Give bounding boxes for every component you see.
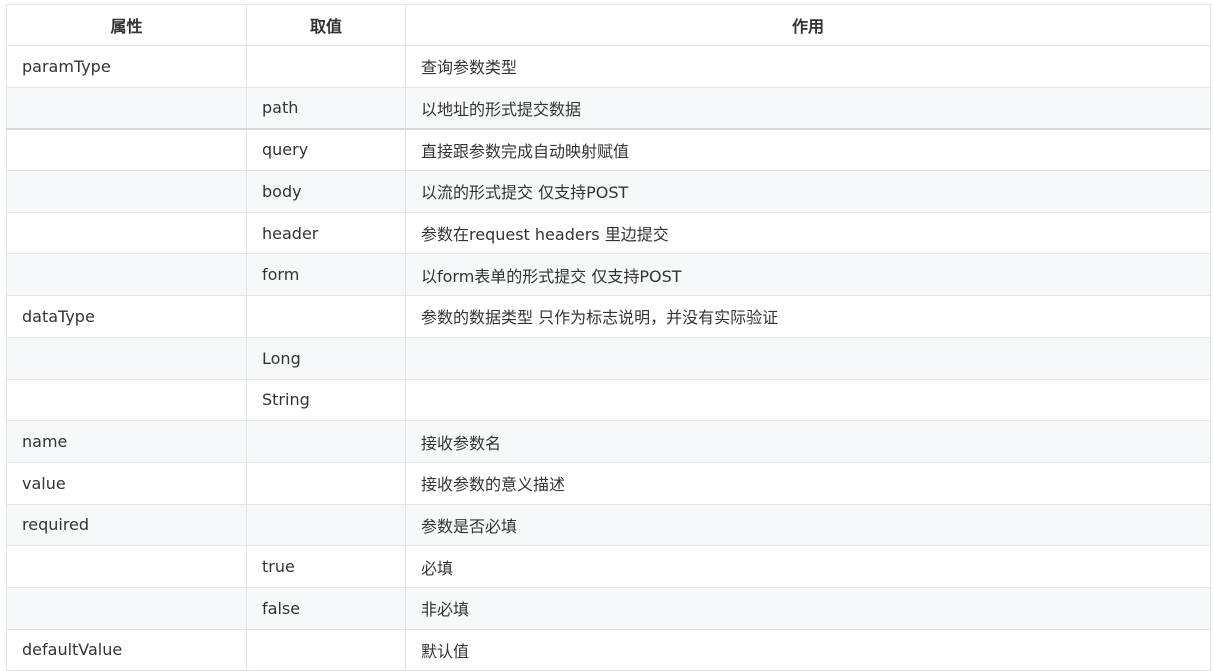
cell-purpose: 参数是否必填 bbox=[405, 503, 1211, 547]
cell-value bbox=[246, 628, 406, 671]
table-row: true 必填 bbox=[6, 545, 1211, 588]
cell-value: body bbox=[246, 170, 406, 213]
cell-attribute bbox=[6, 378, 247, 422]
params-table: 属性 取值 作用 paramType 查询参数类型 path 以地址的形式提交数… bbox=[6, 4, 1211, 671]
cell-purpose: 以流的形式提交 仅支持POST bbox=[405, 170, 1211, 213]
cell-purpose: 非必填 bbox=[405, 586, 1211, 630]
cell-value bbox=[246, 420, 406, 463]
cell-purpose: 接收参数名 bbox=[405, 420, 1211, 463]
cell-value bbox=[246, 461, 406, 505]
cell-value: query bbox=[246, 128, 406, 172]
header-purpose: 作用 bbox=[405, 4, 1211, 46]
cell-purpose: 参数的数据类型 只作为标志说明，并没有实际验证 bbox=[405, 295, 1211, 338]
cell-attribute: required bbox=[6, 503, 247, 547]
table-row: form 以form表单的形式提交 仅支持POST bbox=[6, 253, 1211, 297]
table-row: body 以流的形式提交 仅支持POST bbox=[6, 170, 1211, 213]
cell-value: true bbox=[246, 545, 406, 588]
cell-attribute bbox=[6, 211, 247, 255]
cell-purpose: 查询参数类型 bbox=[405, 45, 1211, 88]
cell-attribute bbox=[6, 545, 247, 588]
table-row: false 非必填 bbox=[6, 586, 1211, 630]
cell-attribute bbox=[6, 586, 247, 630]
table-row: Long bbox=[6, 336, 1211, 380]
table-header-row: 属性 取值 作用 bbox=[6, 4, 1211, 46]
table-row: header 参数在request headers 里边提交 bbox=[6, 211, 1211, 255]
cell-attribute bbox=[6, 128, 247, 172]
table-row: query 直接跟参数完成自动映射赋值 bbox=[6, 128, 1211, 172]
cell-attribute bbox=[6, 253, 247, 297]
cell-value: header bbox=[246, 211, 406, 255]
cell-attribute bbox=[6, 86, 247, 130]
cell-purpose: 接收参数的意义描述 bbox=[405, 461, 1211, 505]
cell-value: path bbox=[246, 86, 406, 130]
table-row: paramType 查询参数类型 bbox=[6, 45, 1211, 88]
header-attribute: 属性 bbox=[6, 4, 247, 46]
cell-attribute: paramType bbox=[6, 45, 247, 88]
table-row: defaultValue 默认值 bbox=[6, 628, 1211, 671]
table-container: 属性 取值 作用 paramType 查询参数类型 path 以地址的形式提交数… bbox=[6, 4, 1211, 671]
table-row: dataType 参数的数据类型 只作为标志说明，并没有实际验证 bbox=[6, 295, 1211, 338]
cell-purpose: 以form表单的形式提交 仅支持POST bbox=[405, 253, 1211, 297]
cell-attribute: value bbox=[6, 461, 247, 505]
cell-value: Long bbox=[246, 336, 406, 380]
table-row: value 接收参数的意义描述 bbox=[6, 461, 1211, 505]
cell-purpose: 参数在request headers 里边提交 bbox=[405, 211, 1211, 255]
table-row: path 以地址的形式提交数据 bbox=[6, 86, 1211, 130]
cell-purpose bbox=[405, 336, 1211, 380]
cell-value bbox=[246, 503, 406, 547]
cell-attribute bbox=[6, 170, 247, 213]
header-value: 取值 bbox=[246, 4, 406, 46]
cell-purpose bbox=[405, 378, 1211, 422]
cell-attribute: dataType bbox=[6, 295, 247, 338]
cell-attribute bbox=[6, 336, 247, 380]
cell-attribute: name bbox=[6, 420, 247, 463]
cell-purpose: 默认值 bbox=[405, 628, 1211, 671]
cell-value bbox=[246, 45, 406, 88]
cell-value bbox=[246, 295, 406, 338]
cell-value: form bbox=[246, 253, 406, 297]
cell-attribute: defaultValue bbox=[6, 628, 247, 671]
cell-purpose: 必填 bbox=[405, 545, 1211, 588]
table-row: required 参数是否必填 bbox=[6, 503, 1211, 547]
cell-purpose: 以地址的形式提交数据 bbox=[405, 86, 1211, 130]
cell-purpose: 直接跟参数完成自动映射赋值 bbox=[405, 128, 1211, 172]
cell-value: false bbox=[246, 586, 406, 630]
table-row: name 接收参数名 bbox=[6, 420, 1211, 463]
table-row: String bbox=[6, 378, 1211, 422]
cell-value: String bbox=[246, 378, 406, 422]
